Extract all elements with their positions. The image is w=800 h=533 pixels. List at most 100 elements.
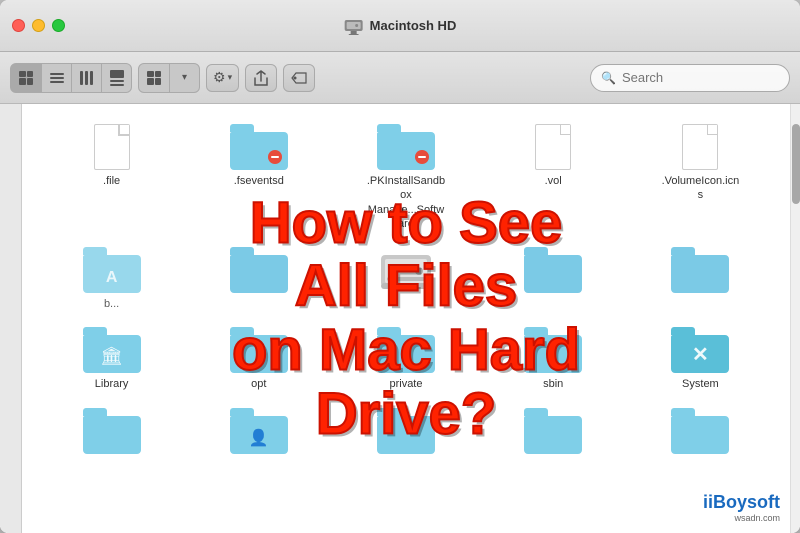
system-folder: ✕ [671, 327, 729, 373]
minimize-button[interactable] [32, 19, 45, 32]
list-item[interactable] [38, 404, 185, 462]
scrollbar[interactable] [790, 104, 800, 533]
folder-body [671, 247, 729, 293]
list-item[interactable]: .PKInstallSandboxManage...Software [332, 120, 479, 235]
folder-tab [377, 327, 401, 335]
list-item[interactable]: A b... [38, 243, 185, 315]
folder-body: 🏛 [83, 327, 141, 373]
minus-badge [268, 150, 282, 164]
folder-body [83, 408, 141, 454]
folder-tab [230, 408, 254, 416]
window-title-area: Macintosh HD [344, 17, 457, 35]
list-item[interactable]: .file [38, 120, 185, 235]
list-item[interactable] [627, 404, 774, 462]
list-item[interactable]: ✕ System [627, 323, 774, 395]
list-view-button[interactable] [41, 64, 71, 92]
folder-body [524, 247, 582, 293]
file-grid-area: .file .fseventsd [22, 104, 790, 533]
cover-flow-button[interactable] [101, 64, 131, 92]
more-views-button[interactable] [139, 64, 169, 92]
content-area: .file .fseventsd [0, 104, 800, 533]
folder-body [230, 124, 288, 170]
file-name: .fseventsd [234, 174, 284, 188]
library-icon: 🏛 [100, 346, 123, 367]
window-title: Macintosh HD [370, 18, 457, 33]
list-item[interactable] [480, 404, 627, 462]
folder-body [671, 408, 729, 454]
list-item[interactable]: sbin [480, 323, 627, 395]
folder-tab [524, 408, 548, 416]
list-icon [50, 73, 64, 83]
list-item[interactable] [332, 243, 479, 315]
folder-tab [671, 327, 695, 335]
folder-main [671, 416, 729, 454]
chevron-down-icon: ▾ [182, 72, 187, 83]
close-button[interactable] [12, 19, 25, 32]
folder-main [377, 416, 435, 454]
actions-button[interactable]: ⚙ ▾ [206, 64, 239, 92]
coverflow-icon [110, 70, 124, 86]
search-box[interactable]: 🔍 [590, 64, 790, 92]
folder-body [230, 327, 288, 373]
file-name: sbin [543, 377, 563, 391]
file-name: opt [251, 377, 266, 391]
folder-main [524, 255, 582, 293]
tags-button[interactable] [283, 64, 315, 92]
folder-main [524, 335, 582, 373]
column-view-button[interactable] [71, 64, 101, 92]
columns-icon [80, 71, 94, 85]
harddrive-icon [377, 247, 435, 293]
list-item[interactable]: .VolumeIcon.icns [627, 120, 774, 235]
list-item[interactable] [185, 243, 332, 315]
folder-tab [83, 247, 107, 255]
views-dropdown-button[interactable]: ▾ [169, 64, 199, 92]
file-row-1: .file .fseventsd [38, 120, 774, 235]
list-item[interactable]: .fseventsd [185, 120, 332, 235]
sidebar [0, 104, 22, 533]
share-button[interactable] [245, 64, 277, 92]
folder-icon-wrap [377, 124, 435, 170]
folder-main [671, 255, 729, 293]
folder-tab [83, 408, 107, 416]
file-name: .VolumeIcon.icns [660, 174, 740, 203]
maximize-button[interactable] [52, 19, 65, 32]
list-item[interactable] [480, 243, 627, 315]
list-item[interactable]: private [332, 323, 479, 395]
file-name: System [682, 377, 719, 391]
folder-main [524, 416, 582, 454]
folder-main [377, 335, 435, 373]
system-x-icon: ✕ [692, 342, 709, 367]
folder-tab [671, 247, 695, 255]
folder-tab [230, 124, 254, 132]
folder-body [377, 408, 435, 454]
folder-tab [524, 247, 548, 255]
scrollbar-thumb[interactable] [792, 124, 800, 204]
grid-icon [19, 71, 33, 85]
brand-domain: wsadn.com [703, 513, 780, 523]
file-name: private [389, 377, 422, 391]
library-folder: 🏛 [83, 327, 141, 373]
gear-icon: ⚙ [213, 69, 226, 86]
folder-icon-wrap [230, 124, 288, 170]
folder-body [230, 247, 288, 293]
list-item[interactable] [627, 243, 774, 315]
file-doc-icon [682, 124, 718, 170]
list-item[interactable]: .vol [480, 120, 627, 235]
list-item[interactable]: opt [185, 323, 332, 395]
user-icon: 👤 [249, 428, 269, 448]
file-row-4: 👤 [38, 404, 774, 462]
folder-body [524, 408, 582, 454]
search-input[interactable] [622, 70, 772, 85]
file-name: .file [103, 174, 120, 188]
list-item[interactable]: 🏛 Library [38, 323, 185, 395]
folder-tab [671, 408, 695, 416]
folder-label: A [106, 269, 118, 287]
icon-view-button[interactable] [11, 64, 41, 92]
list-item[interactable] [332, 404, 479, 462]
tag-icon [291, 71, 307, 85]
file-name: .PKInstallSandboxManage...Software [366, 174, 446, 231]
list-item[interactable]: 👤 [185, 404, 332, 462]
gear-chevron-icon: ▾ [228, 72, 233, 83]
titlebar: Macintosh HD [0, 0, 800, 52]
share-icon [254, 70, 268, 86]
